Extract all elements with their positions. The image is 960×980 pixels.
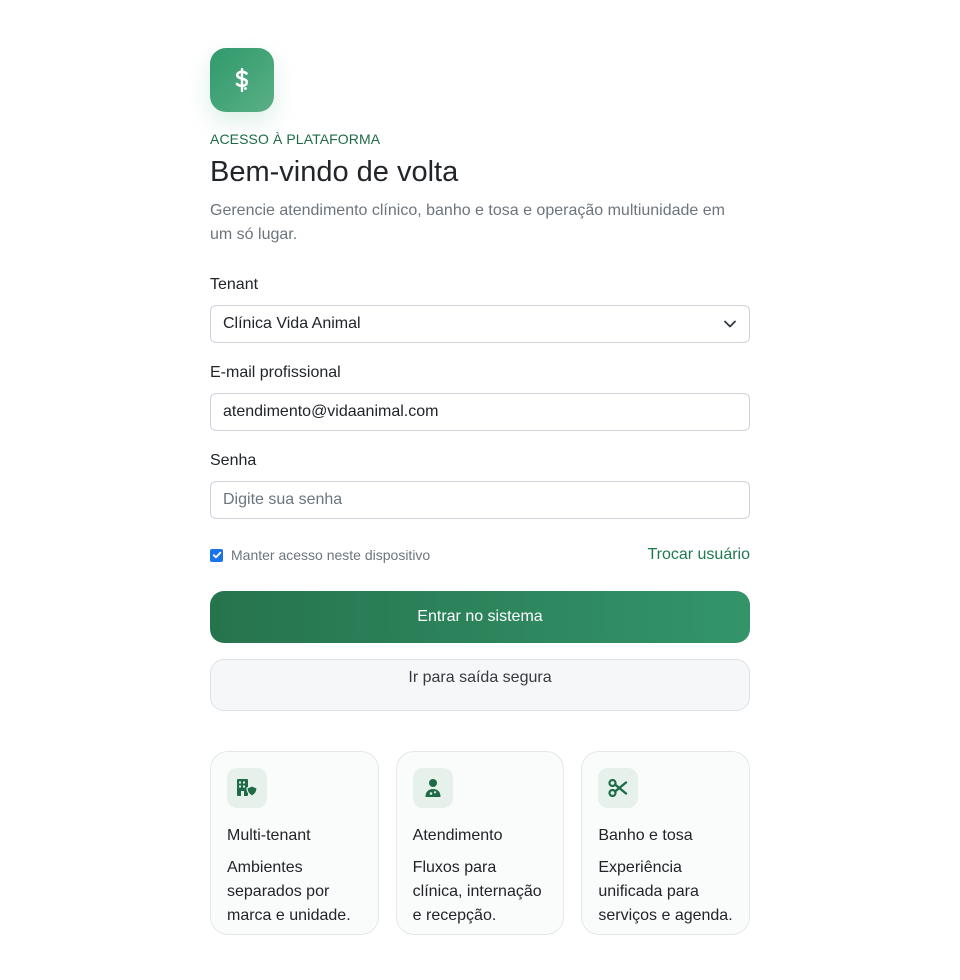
options-row: Manter acesso neste dispositivo Trocar u…	[210, 546, 750, 564]
medical-dollar-icon	[235, 68, 249, 92]
remember-label: Manter acesso neste dispositivo	[231, 547, 431, 563]
password-field[interactable]	[210, 481, 750, 519]
switch-user-link[interactable]: Trocar usuário	[647, 546, 750, 564]
tenant-select[interactable]: Clínica Vida Animal	[210, 305, 750, 343]
secure-exit-button[interactable]: Ir para saída segura	[210, 659, 750, 711]
feature-description: Experiência unificada para serviços e ag…	[598, 859, 733, 924]
tenant-selected-value: Clínica Vida Animal	[223, 315, 361, 332]
feature-description: Ambientes separados por marca e unidade.	[227, 859, 351, 924]
feature-cards: Multi-tenant Ambientes separados por mar…	[210, 751, 751, 935]
tenant-label: Tenant	[210, 276, 259, 293]
password-label: Senha	[210, 452, 257, 469]
feature-card-multi-tenant: Multi-tenant Ambientes separados por mar…	[210, 751, 379, 935]
remember-device[interactable]: Manter acesso neste dispositivo	[210, 547, 430, 563]
email-group: E-mail profissional	[210, 363, 750, 431]
page-title: Bem-vindo de volta	[210, 156, 459, 188]
chevron-down-icon	[724, 320, 736, 328]
eyebrow-text: ACESSO À PLATAFORMA	[210, 131, 381, 147]
building-shield-icon	[227, 768, 267, 808]
email-field[interactable]	[210, 393, 750, 431]
feature-description: Fluxos para clínica, internação e recepç…	[412, 859, 542, 924]
remember-checkbox[interactable]	[210, 548, 223, 562]
login-button[interactable]: Entrar no sistema	[210, 591, 750, 643]
login-panel: ACESSO À PLATAFORMA Bem-vindo de volta G…	[210, 48, 751, 935]
feature-card-banho-tosa: Banho e tosa Experiência unificada para …	[581, 751, 751, 935]
feature-title: Atendimento	[412, 827, 503, 844]
scissors-icon	[598, 768, 639, 808]
tenant-group: Tenant Clínica Vida Animal	[210, 275, 750, 343]
feature-title: Banho e tosa	[598, 827, 693, 844]
feature-title: Multi-tenant	[227, 827, 311, 844]
page-subtitle: Gerencie atendimento clínico, banho e to…	[210, 202, 725, 243]
password-group: Senha	[210, 451, 750, 519]
feature-card-atendimento: Atendimento Fluxos para clínica, interna…	[395, 751, 565, 935]
user-doctor-icon	[412, 768, 453, 808]
check-icon	[212, 551, 221, 559]
brand-logo	[210, 48, 274, 112]
email-label: E-mail profissional	[210, 364, 341, 381]
